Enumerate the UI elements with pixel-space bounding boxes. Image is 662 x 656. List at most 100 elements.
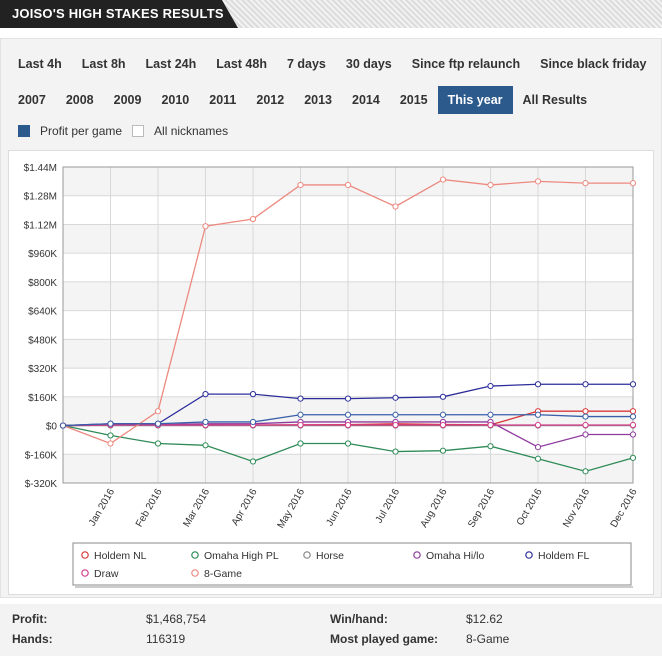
data-point xyxy=(582,381,589,388)
winhand-value: $12.62 xyxy=(466,612,503,626)
data-point xyxy=(534,455,542,462)
results-chart: $1.44M $1.28M $1.12M $960K $800K $640K $480K $3… xyxy=(24,163,640,588)
period-30-days-button[interactable]: 30 days xyxy=(336,50,402,78)
data-point xyxy=(629,413,637,420)
data-point xyxy=(487,382,494,390)
year-2007-button[interactable]: 2007 xyxy=(8,86,56,114)
data-point xyxy=(202,391,209,398)
x-tick-label: Dec 2016 xyxy=(609,487,640,530)
data-point xyxy=(202,223,209,230)
legend-marker xyxy=(81,551,89,559)
period-last-4h-button[interactable]: Last 4h xyxy=(8,50,72,78)
y-tick-label: $0 xyxy=(46,422,58,433)
profit-per-game-checkbox[interactable] xyxy=(18,125,30,137)
data-point xyxy=(392,421,399,429)
data-point xyxy=(439,411,447,418)
profit-per-game-toggle[interactable]: Profit per game xyxy=(18,124,122,138)
data-point xyxy=(582,421,589,429)
y-tick-label: $640K xyxy=(28,307,57,318)
all-nicknames-checkbox[interactable] xyxy=(132,125,145,137)
legend-item-omaha-hi-lo: Omaha Hi/lo xyxy=(426,550,485,562)
data-point xyxy=(439,176,447,183)
x-tick-label: Feb 2016 xyxy=(134,487,165,529)
y-tick-label: $1.12M xyxy=(24,220,57,231)
period-last-8h-button[interactable]: Last 8h xyxy=(72,50,136,78)
y-tick-label: $160K xyxy=(28,393,57,404)
x-tick-label: Jan 2016 xyxy=(87,487,117,529)
data-point xyxy=(487,421,494,429)
year-2008-button[interactable]: 2008 xyxy=(56,86,104,114)
legend-item-draw: Draw xyxy=(94,568,119,580)
data-point xyxy=(344,440,352,447)
page: { "header": { "title": "JOISO'S HIGH STA… xyxy=(0,0,662,656)
year-2009-button[interactable]: 2009 xyxy=(104,86,152,114)
x-tick-label: Jun 2016 xyxy=(324,487,354,529)
year-filter: 2007 2008 2009 2010 2011 2012 2013 2014 2015 This… xyxy=(8,86,597,114)
data-point xyxy=(487,411,494,418)
data-point xyxy=(154,420,162,427)
year-2010-button[interactable]: 2010 xyxy=(151,86,199,114)
data-point xyxy=(154,440,162,447)
period-last-24h-button[interactable]: Last 24h xyxy=(136,50,207,78)
x-tick-label: Mar 2016 xyxy=(181,487,212,529)
mode-toggle: Profit per game All nicknames xyxy=(18,124,238,138)
year-this-year-button[interactable]: This year xyxy=(437,86,513,114)
x-tick-label: Sep 2016 xyxy=(466,487,497,530)
x-tick-label: Oct 2016 xyxy=(515,487,545,528)
legend-item-holdem-nl: Holdem NL xyxy=(94,550,147,562)
data-point xyxy=(392,448,399,455)
data-point xyxy=(629,381,637,388)
y-tick-label: $800K xyxy=(28,278,57,289)
legend-item-horse: Horse xyxy=(316,550,344,562)
data-point xyxy=(297,181,304,189)
stats-bar: Profit: $1,468,754 Hands: 116319 Win/han… xyxy=(0,604,662,656)
legend-item-8-game: 8-Game xyxy=(204,568,242,580)
period-7-days-button[interactable]: 7 days xyxy=(277,50,336,78)
data-point xyxy=(107,432,114,439)
data-point xyxy=(297,421,304,429)
all-nicknames-toggle[interactable]: All nicknames xyxy=(132,124,228,138)
period-since-ftp-relaunch-button[interactable]: Since ftp relaunch xyxy=(402,50,530,78)
data-point xyxy=(392,394,399,401)
x-tick-label: Nov 2016 xyxy=(561,487,592,530)
period-last-48h-button[interactable]: Last 48h xyxy=(206,50,277,78)
all-nicknames-label: All nicknames xyxy=(154,124,229,138)
period-since-black-friday-button[interactable]: Since black friday xyxy=(530,50,656,78)
year-all-results-button[interactable]: All Results xyxy=(513,86,598,114)
x-tick-label: Jul 2016 xyxy=(374,487,403,526)
legend-marker xyxy=(303,551,311,559)
data-point xyxy=(582,180,589,187)
year-2013-button[interactable]: 2013 xyxy=(294,86,342,114)
year-2014-button[interactable]: 2014 xyxy=(342,86,390,114)
data-point xyxy=(202,442,209,449)
year-2015-button[interactable]: 2015 xyxy=(390,86,438,114)
legend-item-holdem-fl: Holdem FL xyxy=(538,550,590,562)
data-point xyxy=(107,440,114,447)
y-tick-label: $1.28M xyxy=(24,192,57,203)
year-2012-button[interactable]: 2012 xyxy=(246,86,294,114)
data-point xyxy=(582,408,589,415)
mostplayed-value: 8-Game xyxy=(466,632,510,646)
data-point xyxy=(249,418,257,426)
data-point xyxy=(392,411,399,418)
y-tick-label: $320K xyxy=(28,364,57,375)
data-point xyxy=(344,395,352,402)
data-point xyxy=(344,421,352,429)
year-2011-button[interactable]: 2011 xyxy=(199,86,246,114)
profit-per-game-label: Profit per game xyxy=(40,124,123,138)
data-point xyxy=(629,421,637,429)
chart-container: $1.44M $1.28M $1.12M $960K $800K $640K $480K $3… xyxy=(8,150,654,595)
data-point xyxy=(439,447,447,454)
data-point xyxy=(392,203,399,210)
data-point xyxy=(534,381,542,388)
data-point xyxy=(297,395,304,402)
legend-marker xyxy=(413,551,421,559)
x-tick-label: May 2016 xyxy=(276,487,308,531)
profit-value: $1,468,754 xyxy=(146,612,207,626)
x-tick-label: Aug 2016 xyxy=(419,487,450,530)
data-point xyxy=(59,422,67,429)
header-bar: JOISO'S HIGH STAKES RESULTS xyxy=(0,0,662,28)
data-point xyxy=(629,431,637,438)
data-point xyxy=(249,215,257,223)
mostplayed-label: Most played game: xyxy=(330,632,439,646)
